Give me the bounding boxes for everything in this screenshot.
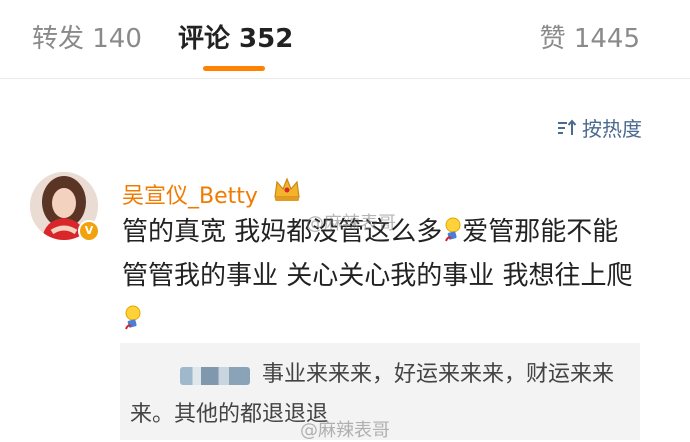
sort-label: 按热度	[582, 117, 642, 141]
tab-likes[interactable]: 赞 1445	[540, 22, 640, 56]
tabs-divider	[0, 78, 690, 79]
comment-username[interactable]: 吴宣仪_Betty	[122, 178, 258, 210]
crown-icon	[274, 177, 300, 201]
sort-by-hot-button[interactable]: 按热度	[556, 113, 642, 142]
tab-comments[interactable]: 评论 352	[178, 22, 293, 56]
lightbulb-emoji-icon	[125, 305, 141, 330]
tab-repost[interactable]: 转发 140	[32, 22, 142, 56]
verified-badge-icon: V	[78, 220, 100, 242]
watermark: @麻辣表哥	[300, 420, 390, 441]
sort-icon	[558, 118, 577, 135]
active-tab-indicator	[203, 66, 265, 71]
comment-tabs-bar: 转发 140 评论 352 赞 1445	[0, 0, 690, 78]
watermark: @麻辣表哥	[306, 213, 396, 234]
lightbulb-emoji-icon	[445, 217, 461, 242]
